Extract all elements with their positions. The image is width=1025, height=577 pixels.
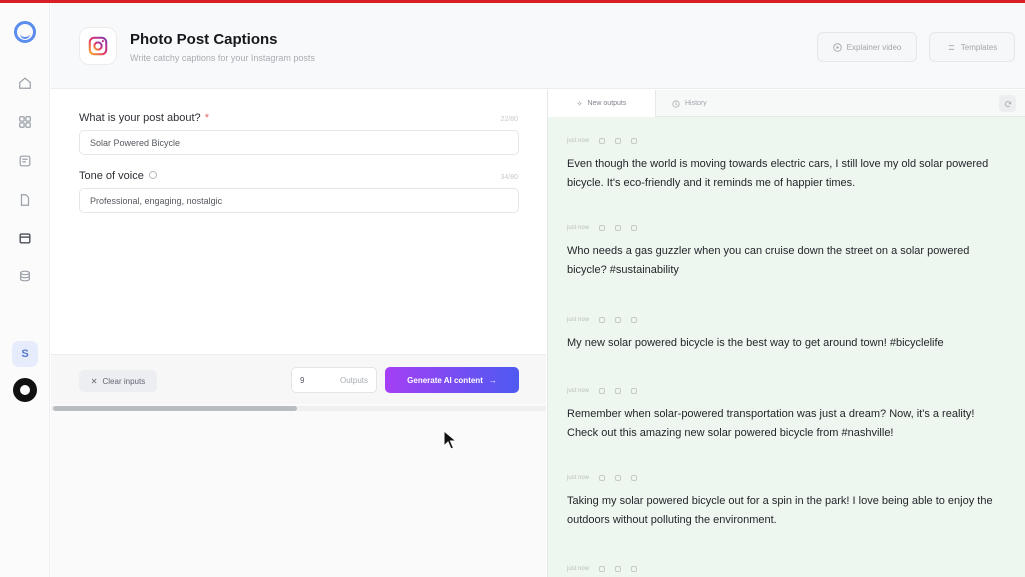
- favorite-icon[interactable]: [599, 388, 606, 394]
- refresh-button[interactable]: [999, 95, 1016, 112]
- output-meta: just now: [567, 564, 1007, 574]
- page-title: Photo Post Captions: [130, 31, 278, 48]
- favorite-icon[interactable]: [599, 317, 606, 323]
- brand-badge-icon[interactable]: [13, 378, 37, 402]
- clear-inputs-label: Clear inputs: [102, 376, 146, 386]
- templates-button[interactable]: Templates: [929, 32, 1015, 62]
- copy-icon[interactable]: [615, 388, 622, 394]
- sparkle-icon: ✧: [576, 100, 583, 108]
- play-icon: [832, 42, 842, 52]
- output-item: just now Who needs a gas guzzler when yo…: [567, 223, 1007, 280]
- notes-icon[interactable]: [17, 153, 33, 169]
- input-panel: What is your post about? * 22/80 Solar Po…: [51, 90, 546, 577]
- output-text: My new solar powered bicycle is the best…: [567, 337, 944, 349]
- favorite-icon[interactable]: [599, 225, 606, 231]
- page-subtitle: Write catchy captions for your Instagram…: [130, 53, 315, 63]
- timestamp: just now: [567, 317, 590, 323]
- output-meta: just now: [567, 315, 1007, 325]
- timestamp: just now: [567, 566, 590, 572]
- copy-icon[interactable]: [615, 317, 622, 323]
- mouse-cursor-icon: [443, 430, 458, 450]
- output-meta: just now: [567, 223, 1007, 233]
- page-header: Photo Post Captions Write catchy caption…: [51, 3, 1025, 89]
- favorite-icon[interactable]: [599, 138, 606, 144]
- timestamp: just now: [567, 388, 590, 394]
- sidebar: S: [0, 3, 50, 577]
- output-meta: just now: [567, 386, 1007, 396]
- arrow-right-icon: →: [488, 375, 497, 385]
- delete-icon[interactable]: [631, 475, 638, 481]
- copy-icon[interactable]: [615, 566, 622, 572]
- output-meta: just now: [567, 136, 1007, 146]
- output-item: just now My new solar powered bicycle is…: [567, 315, 1007, 353]
- templates-label: Templates: [960, 42, 998, 52]
- timestamp: just now: [567, 138, 590, 144]
- delete-icon[interactable]: [631, 225, 638, 231]
- close-icon: ✕: [90, 376, 98, 386]
- output-text: Remember when solar-powered transportati…: [567, 408, 975, 439]
- delete-icon[interactable]: [631, 138, 638, 144]
- timestamp: just now: [567, 225, 590, 231]
- required-marker: *: [204, 112, 209, 124]
- clock-icon: [672, 99, 680, 108]
- tab-history[interactable]: History: [672, 90, 707, 117]
- post-about-label: What is your post about? *: [79, 112, 209, 124]
- explainer-video-label: Explainer video: [846, 42, 902, 52]
- storage-icon[interactable]: [17, 268, 33, 284]
- app-logo-icon[interactable]: [14, 21, 36, 43]
- delete-icon[interactable]: [631, 388, 638, 394]
- instagram-icon: [79, 27, 117, 65]
- user-avatar[interactable]: S: [12, 341, 38, 367]
- generate-ai-content-button[interactable]: Generate AI content →: [385, 367, 519, 393]
- clear-inputs-button[interactable]: ✕ Clear inputs: [79, 370, 157, 392]
- grid-icon[interactable]: [17, 114, 33, 130]
- timestamp: just now: [567, 475, 590, 481]
- form-area: What is your post about? * 22/80 Solar Po…: [51, 90, 546, 354]
- favorite-icon[interactable]: [599, 566, 606, 572]
- templates-icon: [948, 44, 954, 50]
- delete-icon[interactable]: [631, 317, 638, 323]
- copy-icon[interactable]: [615, 138, 622, 144]
- output-panel: ✧ New outputs History just now Even thou…: [547, 90, 1025, 577]
- home-icon[interactable]: [17, 75, 33, 91]
- tab-new-outputs[interactable]: ✧ New outputs: [548, 90, 656, 117]
- outputs-count-value: 9: [300, 375, 305, 385]
- output-item: just now: [567, 564, 1007, 574]
- copy-icon[interactable]: [615, 475, 622, 481]
- refresh-icon: [1004, 100, 1011, 107]
- calendar-icon[interactable]: [17, 230, 33, 246]
- info-icon[interactable]: [148, 171, 157, 179]
- tone-of-voice-input[interactable]: Professional, engaging, nostalgic: [79, 188, 519, 213]
- document-icon[interactable]: [17, 192, 33, 208]
- explainer-video-button[interactable]: Explainer video: [817, 32, 917, 62]
- outputs-count-input[interactable]: 9 Outputs: [291, 367, 377, 393]
- post-about-input[interactable]: Solar Powered Bicycle: [79, 130, 519, 155]
- favorite-icon[interactable]: [599, 475, 606, 481]
- tone-of-voice-label: Tone of voice: [79, 170, 157, 182]
- copy-icon[interactable]: [615, 225, 622, 231]
- tab-history-label: History: [685, 100, 707, 107]
- output-text: Taking my solar powered bicycle out for …: [567, 495, 993, 526]
- post-about-char-count: 22/80: [500, 116, 518, 123]
- delete-icon[interactable]: [631, 566, 638, 572]
- output-tabs: ✧ New outputs History: [548, 90, 1025, 117]
- output-text: Who needs a gas guzzler when you can cru…: [567, 245, 970, 276]
- form-footer: ✕ Clear inputs 9 Outputs Generate AI con…: [51, 354, 546, 404]
- avatar-letter: S: [21, 348, 29, 360]
- output-text: Even though the world is moving towards …: [567, 158, 989, 189]
- output-item: just now Remember when solar-powered tra…: [567, 386, 1007, 443]
- output-item: just now Taking my solar powered bicycle…: [567, 473, 1007, 530]
- outputs-count-label: Outputs: [339, 375, 368, 385]
- tone-char-count: 34/80: [500, 174, 518, 181]
- generate-label: Generate AI content: [407, 375, 483, 385]
- tab-new-outputs-label: New outputs: [587, 100, 627, 107]
- output-item: just now Even though the world is moving…: [567, 136, 1007, 193]
- scrollbar-thumb[interactable]: [53, 406, 297, 411]
- output-meta: just now: [567, 473, 1007, 483]
